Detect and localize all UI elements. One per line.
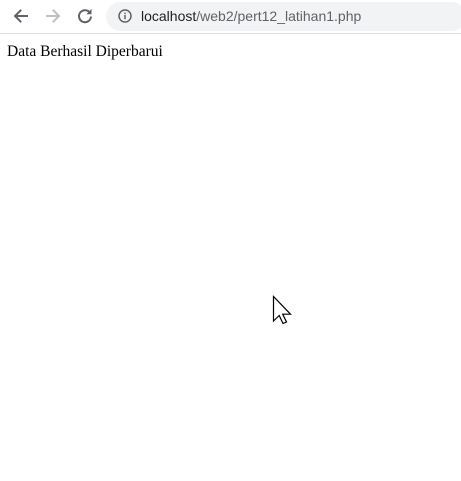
url-host: localhost [141, 8, 197, 24]
browser-window: localhost/web2/pert12_latihan1.php Data … [0, 0, 461, 481]
arrow-left-icon [13, 9, 28, 23]
browser-toolbar: localhost/web2/pert12_latihan1.php [0, 0, 461, 34]
address-bar[interactable]: localhost/web2/pert12_latihan1.php [106, 2, 461, 31]
info-icon[interactable] [118, 9, 132, 23]
mouse-pointer-icon [272, 295, 294, 325]
arrow-right-icon [46, 9, 61, 23]
page-content: Data Berhasil Diperbarui [0, 35, 461, 481]
url-text[interactable]: localhost/web2/pert12_latihan1.php [141, 8, 361, 25]
url-path: /web2/pert12_latihan1.php [196, 8, 362, 24]
reload-button[interactable] [73, 5, 97, 27]
status-message: Data Berhasil Diperbarui [7, 43, 163, 60]
reload-icon [78, 9, 92, 24]
forward-button[interactable] [41, 5, 65, 27]
back-button[interactable] [9, 5, 33, 27]
